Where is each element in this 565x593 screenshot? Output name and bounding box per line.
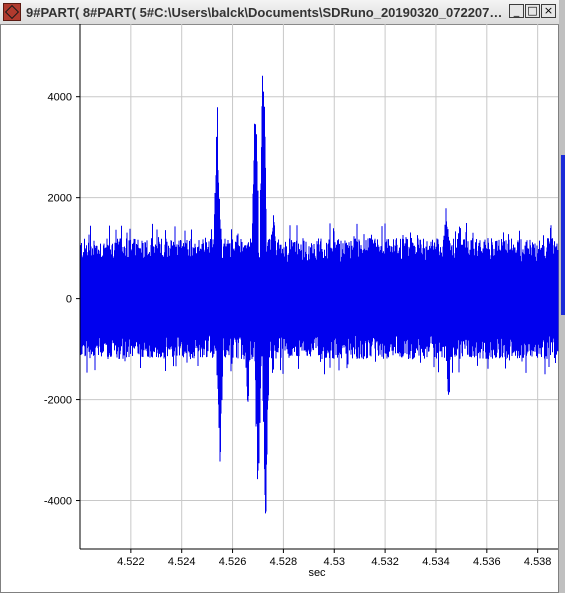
x-tick-label: 4.524	[168, 556, 196, 568]
x-tick-label: 4.522	[117, 556, 145, 568]
title-bar[interactable]: 9#PART( 8#PART( 5#C:\Users\balck\Documen…	[0, 0, 559, 25]
signal-waveform	[79, 75, 559, 514]
x-tick-label: 4.538	[524, 556, 552, 568]
y-tick-label: -2000	[44, 395, 72, 407]
plot-window: 9#PART( 8#PART( 5#C:\Users\balck\Documen…	[0, 0, 559, 593]
x-tick-label: 4.536	[473, 556, 501, 568]
x-tick-label: 4.534	[422, 556, 450, 568]
x-tick-label: 4.526	[219, 556, 247, 568]
app-icon[interactable]	[3, 3, 21, 21]
x-axis-label: sec	[308, 567, 326, 579]
y-axis-ticks: 4000 2000 0 -2000 -4000	[44, 92, 80, 508]
x-tick-label: 4.53	[324, 556, 345, 568]
y-tick-label: 0	[66, 294, 72, 306]
maximize-button[interactable]: □	[525, 4, 540, 18]
y-tick-label: -4000	[44, 496, 72, 508]
close-button[interactable]: ×	[541, 4, 556, 18]
x-tick-label: 4.528	[270, 556, 298, 568]
y-tick-label: 2000	[48, 193, 72, 205]
y-tick-label: 4000	[48, 92, 72, 104]
minimize-button[interactable]: _	[509, 4, 524, 18]
x-axis-ticks: 4.522 4.524 4.526 4.528 4.53 4.532 4.534 4.536 4…	[117, 549, 551, 568]
window-title: 9#PART( 8#PART( 5#C:\Users\balck\Documen…	[26, 4, 506, 20]
waveform-chart: 4000 2000 0 -2000 -4000 4.522 4.524 4.526 4.528…	[44, 24, 559, 579]
window-controls: _ □ ×	[509, 4, 556, 18]
adjacent-waveform-edge	[561, 155, 565, 315]
x-tick-label: 4.532	[371, 556, 399, 568]
